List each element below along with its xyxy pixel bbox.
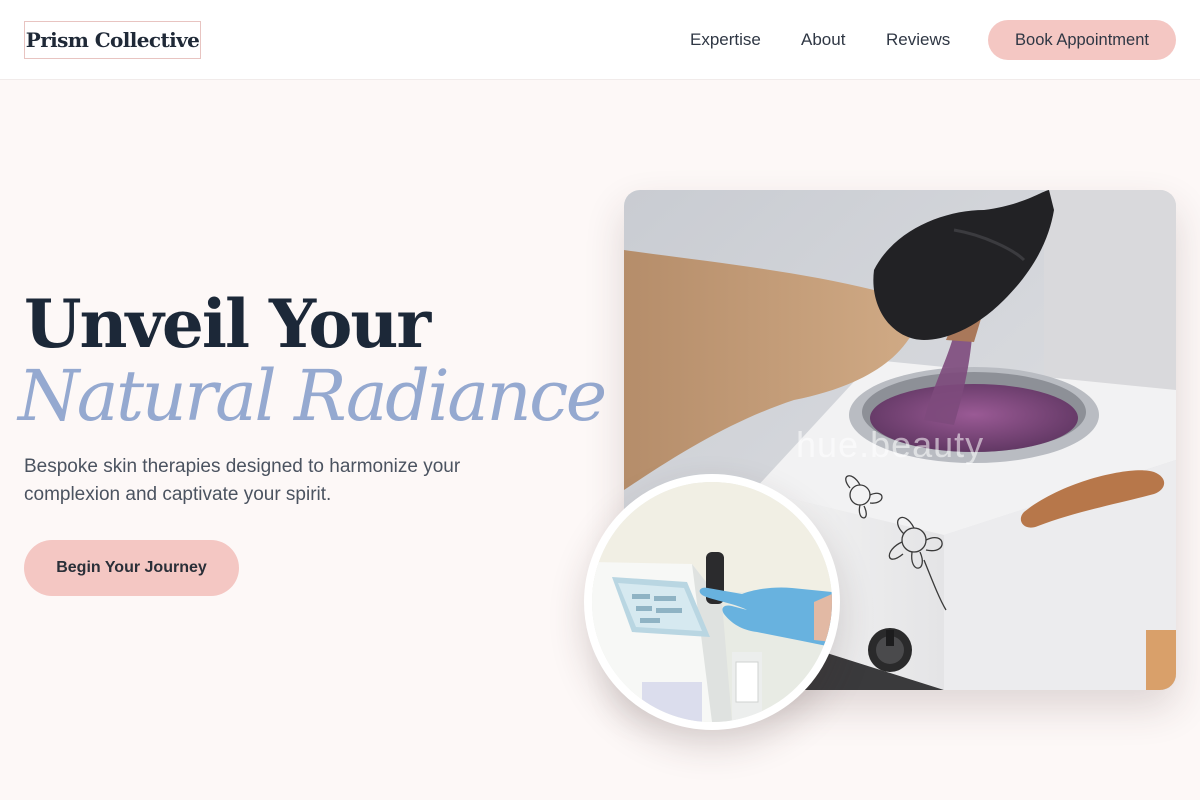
begin-journey-button[interactable]: Begin Your Journey — [24, 540, 239, 596]
hero-subtitle: Bespoke skin therapies designed to harmo… — [24, 456, 461, 505]
laser-device-photo — [584, 474, 840, 730]
top-navigation-bar: Prism Collective Expertise About Reviews… — [0, 0, 1200, 80]
hero-title-line-1: Unveil Your — [24, 285, 431, 363]
image-watermark: hue.beauty — [796, 424, 985, 465]
nav-link-about[interactable]: About — [801, 30, 845, 50]
brand-logo[interactable]: Prism Collective — [24, 21, 201, 59]
book-appointment-button[interactable]: Book Appointment — [988, 20, 1176, 60]
nav-link-reviews[interactable]: Reviews — [886, 30, 950, 50]
laser-device-illustration — [592, 482, 832, 722]
nav-link-expertise[interactable]: Expertise — [690, 30, 761, 50]
hero-title-line-2: Natural Radiance — [18, 355, 607, 437]
